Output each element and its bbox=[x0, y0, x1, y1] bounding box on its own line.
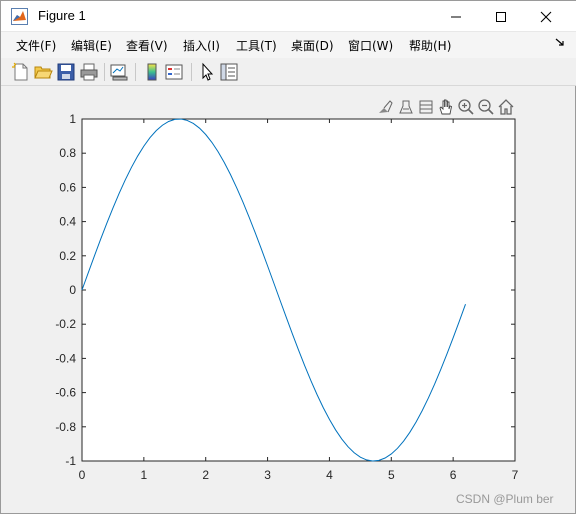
watermark: CSDN @Plum ber bbox=[456, 492, 554, 506]
x-tick-label: 4 bbox=[326, 468, 333, 482]
x-tick-label: 5 bbox=[388, 468, 395, 482]
y-tick-label: -1 bbox=[65, 454, 76, 468]
figure-window: Figure 1 文件(F) 编辑(E) 查看(V) 插入(I) 工具(T) 桌… bbox=[0, 0, 576, 514]
x-tick-label: 1 bbox=[141, 468, 148, 482]
x-tick-label: 2 bbox=[202, 468, 209, 482]
y-tick-label: 0.8 bbox=[59, 146, 76, 160]
x-tick-label: 6 bbox=[450, 468, 457, 482]
y-tick-label: 0.4 bbox=[59, 215, 76, 229]
x-tick-label: 0 bbox=[79, 468, 86, 482]
y-tick-label: 0.6 bbox=[59, 180, 76, 194]
y-tick-label: -0.8 bbox=[55, 420, 76, 434]
line-plot: 1 0.8 0.6 0.4 0.2 0 -0.2 -0.4 -0.6 -0.8 -1 0 1 2 3 4 5 6… bbox=[55, 112, 519, 482]
x-tick-label: 7 bbox=[512, 468, 519, 482]
y-tick-label: 1 bbox=[69, 112, 76, 126]
y-tick-label: 0.2 bbox=[59, 249, 76, 263]
x-tick-label: 3 bbox=[264, 468, 271, 482]
x-tick-labels: 0 1 2 3 4 5 6 7 bbox=[79, 468, 519, 482]
y-tick-label: -0.2 bbox=[55, 317, 76, 331]
y-tick-label: 0 bbox=[69, 283, 76, 297]
axes-background bbox=[81, 118, 516, 462]
y-tick-label: -0.6 bbox=[55, 386, 76, 400]
y-tick-label: -0.4 bbox=[55, 351, 76, 365]
y-tick-labels: 1 0.8 0.6 0.4 0.2 0 -0.2 -0.4 -0.6 -0.8 -1 bbox=[55, 112, 76, 468]
